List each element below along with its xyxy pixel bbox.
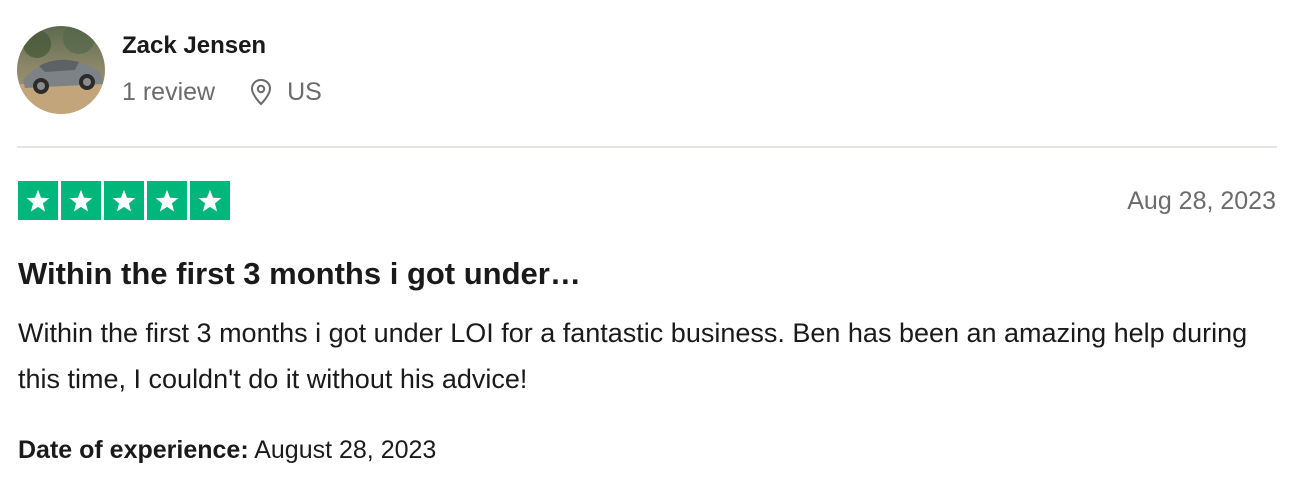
star-icon: [147, 181, 187, 220]
review-count: 1 review: [122, 77, 216, 106]
date-of-experience: Date of experience: August 28, 2023: [18, 433, 436, 467]
experience-label: Date of experience:: [18, 436, 249, 464]
star-icon: [104, 181, 144, 220]
star-icon: [61, 181, 101, 220]
reviewer-meta: 1 review US: [122, 74, 322, 110]
divider: [17, 146, 1277, 148]
star-icon: [18, 181, 58, 220]
review-card: Zack Jensen 1 review US Aug 28, 2023 Wit…: [0, 0, 1292, 478]
reviewer-name[interactable]: Zack Jensen: [122, 30, 266, 62]
experience-date: August 28, 2023: [254, 436, 437, 464]
avatar[interactable]: [17, 26, 105, 114]
reviewer-location: US: [287, 77, 322, 106]
review-date: Aug 28, 2023: [1127, 187, 1276, 215]
review-title[interactable]: Within the first 3 months i got under…: [18, 254, 581, 294]
star-icon: [190, 181, 230, 220]
review-body: Within the first 3 months i got under LO…: [18, 318, 1248, 394]
location-pin-icon: [249, 77, 273, 107]
star-rating: [18, 181, 230, 220]
avatar-photo: [17, 26, 105, 114]
